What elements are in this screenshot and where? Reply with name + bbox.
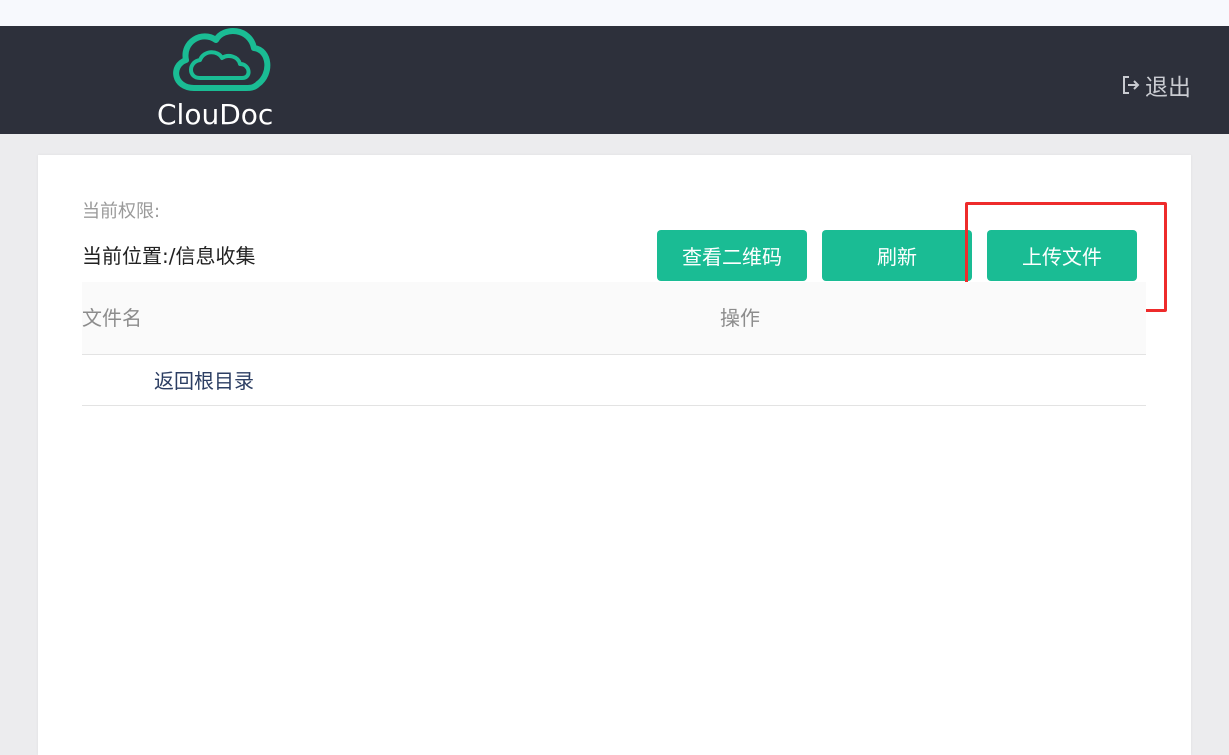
- cloud-icon: [173, 28, 271, 91]
- logout-icon: [1123, 76, 1140, 94]
- logo-text: ClouDoc: [157, 98, 274, 131]
- table-header: 文件名 操作: [82, 282, 1146, 355]
- column-header-filename: 文件名: [82, 306, 142, 330]
- view-qr-code-button[interactable]: 查看二维码: [657, 230, 807, 281]
- cloudoc-logo[interactable]: ClouDoc: [150, 26, 285, 134]
- main-panel: 当前权限: 当前位置:/信息收集 查看二维码 刷新 上传文件 文件名 操作 返回…: [38, 155, 1191, 755]
- column-header-actions: 操作: [720, 306, 760, 330]
- location-path: /信息收集: [168, 244, 256, 268]
- logout-label: 退出: [1145, 75, 1191, 101]
- file-table: 文件名 操作 返回根目录: [82, 282, 1146, 406]
- browser-top-strip: [0, 0, 1229, 26]
- table-row: 返回根目录: [82, 355, 1146, 406]
- location-label: 当前位置:: [82, 244, 169, 268]
- permission-label: 当前权限:: [82, 201, 161, 222]
- current-location: 当前位置:/信息收集: [82, 240, 256, 269]
- logout-button[interactable]: 退出: [1121, 68, 1191, 102]
- upload-file-button[interactable]: 上传文件: [987, 230, 1137, 281]
- back-to-root-link[interactable]: 返回根目录: [154, 365, 254, 394]
- refresh-button[interactable]: 刷新: [822, 230, 972, 281]
- app-header: ClouDoc 退出: [0, 26, 1229, 134]
